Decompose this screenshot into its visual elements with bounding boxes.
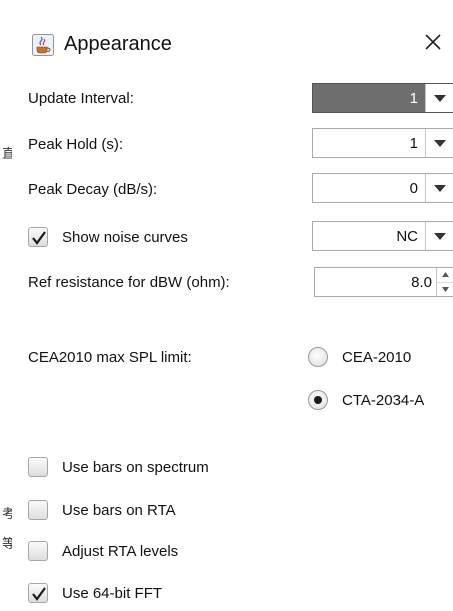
use-bars-spectrum-checkbox[interactable]: [28, 457, 48, 477]
peak-decay-value: 0: [409, 180, 418, 197]
appearance-dialog: Appearance Update Interval: 1 Peak Hold …: [12, 0, 453, 611]
close-icon[interactable]: [422, 31, 444, 53]
peak-hold-value: 1: [409, 135, 418, 152]
peak-decay-combo[interactable]: 0: [312, 173, 453, 203]
peak-hold-combo[interactable]: 1: [312, 128, 453, 158]
cta-2034-a-label[interactable]: CTA-2034-A: [342, 392, 424, 409]
chevron-down-icon[interactable]: [425, 84, 453, 112]
dialog-title: Appearance: [64, 33, 172, 55]
radio-selected-dot: [314, 396, 322, 404]
noise-curves-value: NC: [396, 228, 418, 245]
show-noise-curves-checkbox[interactable]: [28, 227, 48, 247]
update-interval-value: 1: [409, 90, 418, 107]
chevron-down-icon[interactable]: [425, 174, 453, 202]
adjust-rta-levels-label[interactable]: Adjust RTA levels: [62, 543, 178, 560]
update-interval-label: Update Interval:: [28, 90, 134, 107]
chevron-down-icon[interactable]: [425, 222, 453, 250]
cea-2010-label[interactable]: CEA-2010: [342, 349, 411, 366]
update-interval-combo[interactable]: 1: [312, 83, 453, 113]
use-bars-rta-label[interactable]: Use bars on RTA: [62, 502, 176, 519]
use-bars-rta-checkbox[interactable]: [28, 500, 48, 520]
peak-hold-label: Peak Hold (s):: [28, 136, 124, 153]
ref-resistance-value[interactable]: 8.0: [411, 274, 432, 291]
java-cup-icon: [32, 34, 54, 56]
use-bars-spectrum-label[interactable]: Use bars on spectrum: [62, 459, 209, 476]
ref-resistance-spinner[interactable]: 8.0: [314, 267, 453, 297]
background-window-edge: 直 考 等: [0, 0, 15, 611]
use-64bit-fft-label[interactable]: Use 64-bit FFT: [62, 585, 162, 602]
ref-resistance-label: Ref resistance for dBW (ohm):: [28, 274, 230, 291]
spinner-up-icon[interactable]: [437, 268, 453, 283]
adjust-rta-levels-checkbox[interactable]: [28, 541, 48, 561]
cea-2010-radio[interactable]: [308, 347, 328, 367]
title-bar[interactable]: Appearance: [12, 20, 453, 64]
spl-limit-label: CEA2010 max SPL limit:: [28, 349, 192, 366]
use-64bit-fft-checkbox[interactable]: [28, 583, 48, 603]
spinner-down-icon[interactable]: [437, 282, 453, 296]
show-noise-curves-label[interactable]: Show noise curves: [62, 229, 188, 246]
cta-2034-a-radio[interactable]: [308, 390, 328, 410]
chevron-down-icon[interactable]: [425, 129, 453, 157]
peak-decay-label: Peak Decay (dB/s):: [28, 181, 158, 198]
noise-curves-combo[interactable]: NC: [312, 221, 453, 251]
spinner-buttons: [436, 268, 453, 296]
